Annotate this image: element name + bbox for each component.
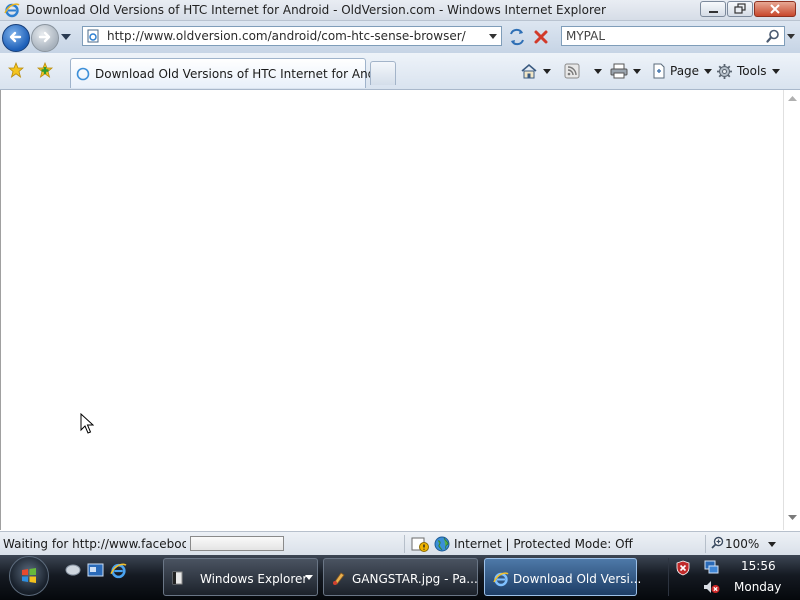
- print-icon: [610, 63, 628, 79]
- status-divider: [705, 535, 706, 553]
- clock-time[interactable]: 15:56: [741, 559, 776, 573]
- paint-icon: [333, 572, 345, 585]
- group-dropdown-icon[interactable]: [305, 575, 313, 580]
- print-dropdown-icon[interactable]: [633, 68, 641, 74]
- blocked-content-icon[interactable]: [411, 536, 429, 552]
- add-to-favorites-icon[interactable]: [37, 62, 55, 78]
- show-desktop-icon[interactable]: [65, 562, 81, 578]
- home-dropdown-icon[interactable]: [543, 68, 551, 74]
- taskbar-item-gangstar-paint[interactable]: GANGSTAR.jpg - Pa...: [323, 558, 478, 596]
- close-button[interactable]: [754, 1, 796, 17]
- loading-progress-bar: [190, 536, 284, 551]
- address-dropdown-icon[interactable]: [489, 34, 497, 39]
- ie-quicklaunch-icon[interactable]: [110, 562, 127, 579]
- search-input[interactable]: [566, 28, 756, 44]
- windows-logo-icon: [22, 568, 36, 583]
- tray-divider: [668, 558, 669, 596]
- tools-menu-label: Tools: [737, 64, 767, 78]
- tools-menu[interactable]: Tools: [716, 61, 780, 81]
- new-tab-button[interactable]: [370, 61, 396, 85]
- feeds-button[interactable]: [564, 61, 602, 81]
- tab-bar: Download Old Versions of HTC Internet fo…: [0, 53, 800, 90]
- search-box[interactable]: [561, 26, 785, 46]
- ie-taskbar-icon: [493, 572, 509, 587]
- navigation-bar: http://www.oldversion.com/android/com-ht…: [0, 21, 800, 53]
- mouse-cursor-icon: [80, 413, 94, 434]
- back-button[interactable]: [2, 24, 30, 52]
- explorer-window-icon: [172, 571, 183, 585]
- taskbar: Windows Explorer GANGSTAR.jpg - Pa... Do…: [0, 555, 800, 600]
- start-button[interactable]: [9, 556, 49, 596]
- refresh-icon[interactable]: [507, 27, 527, 47]
- window-title: Download Old Versions of HTC Internet fo…: [26, 3, 606, 17]
- rss-feed-icon: [564, 63, 580, 79]
- taskbar-item-windows-explorer[interactable]: Windows Explorer: [163, 558, 318, 596]
- status-bar: Waiting for http://www.facebook.c Intern…: [0, 531, 800, 556]
- forward-arrow-icon: [38, 31, 51, 43]
- page-content-area[interactable]: [0, 90, 784, 530]
- feeds-dropdown-icon[interactable]: [594, 68, 602, 74]
- home-button[interactable]: [520, 61, 551, 81]
- print-button[interactable]: [610, 61, 641, 81]
- taskbar-item-label: GANGSTAR.jpg - Pa...: [352, 572, 478, 586]
- volume-muted-icon[interactable]: [703, 580, 720, 594]
- globe-icon: [434, 536, 450, 552]
- search-options-dropdown[interactable]: [787, 34, 795, 39]
- taskbar-item-internet-explorer[interactable]: Download Old Versi...: [484, 558, 641, 596]
- search-icon[interactable]: [766, 29, 780, 43]
- scroll-down-arrow-icon[interactable]: [788, 515, 797, 520]
- taskbar-item-label: Windows Explorer: [200, 572, 308, 586]
- page-icon: [87, 29, 99, 43]
- status-divider: [404, 535, 405, 553]
- security-center-icon[interactable]: [675, 560, 691, 576]
- tab-active[interactable]: Download Old Versions of HTC Internet fo…: [70, 58, 391, 88]
- stop-icon[interactable]: [533, 29, 549, 45]
- page-dropdown-icon: [704, 68, 713, 74]
- status-text: Waiting for http://www.facebook.c: [3, 537, 186, 551]
- recent-pages-dropdown[interactable]: [61, 34, 71, 40]
- tools-dropdown-icon: [771, 68, 780, 74]
- maximize-button[interactable]: [727, 1, 753, 17]
- loading-icon: [76, 67, 90, 81]
- page-menu-icon: [653, 63, 665, 79]
- title-bar: Download Old Versions of HTC Internet fo…: [0, 0, 800, 21]
- zoom-dropdown-icon[interactable]: [768, 542, 776, 547]
- taskbar-item-label: Download Old Versi...: [513, 572, 642, 586]
- back-arrow-icon: [9, 31, 22, 43]
- vertical-scrollbar[interactable]: [783, 90, 800, 530]
- ie-logo-icon: [4, 3, 20, 18]
- page-menu-label: Page: [670, 64, 700, 78]
- security-zone-text[interactable]: Internet | Protected Mode: Off: [454, 537, 633, 551]
- zoom-level-text[interactable]: 100%: [725, 537, 759, 551]
- url-text[interactable]: http://www.oldversion.com/android/com-ht…: [107, 29, 466, 43]
- tab-label: Download Old Versions of HTC Internet fo…: [95, 67, 391, 81]
- switch-windows-icon[interactable]: [87, 562, 104, 578]
- scroll-up-arrow-icon[interactable]: [788, 96, 797, 101]
- favorites-star-icon[interactable]: [8, 62, 24, 78]
- address-bar[interactable]: http://www.oldversion.com/android/com-ht…: [82, 26, 502, 46]
- gear-icon: [717, 63, 732, 79]
- network-icon[interactable]: [703, 559, 719, 575]
- home-icon: [521, 63, 537, 79]
- forward-button[interactable]: [31, 24, 59, 52]
- zoom-icon[interactable]: [711, 536, 724, 549]
- clock-day[interactable]: Monday: [734, 580, 781, 594]
- minimize-button[interactable]: [700, 1, 726, 17]
- page-menu[interactable]: Page: [651, 61, 713, 81]
